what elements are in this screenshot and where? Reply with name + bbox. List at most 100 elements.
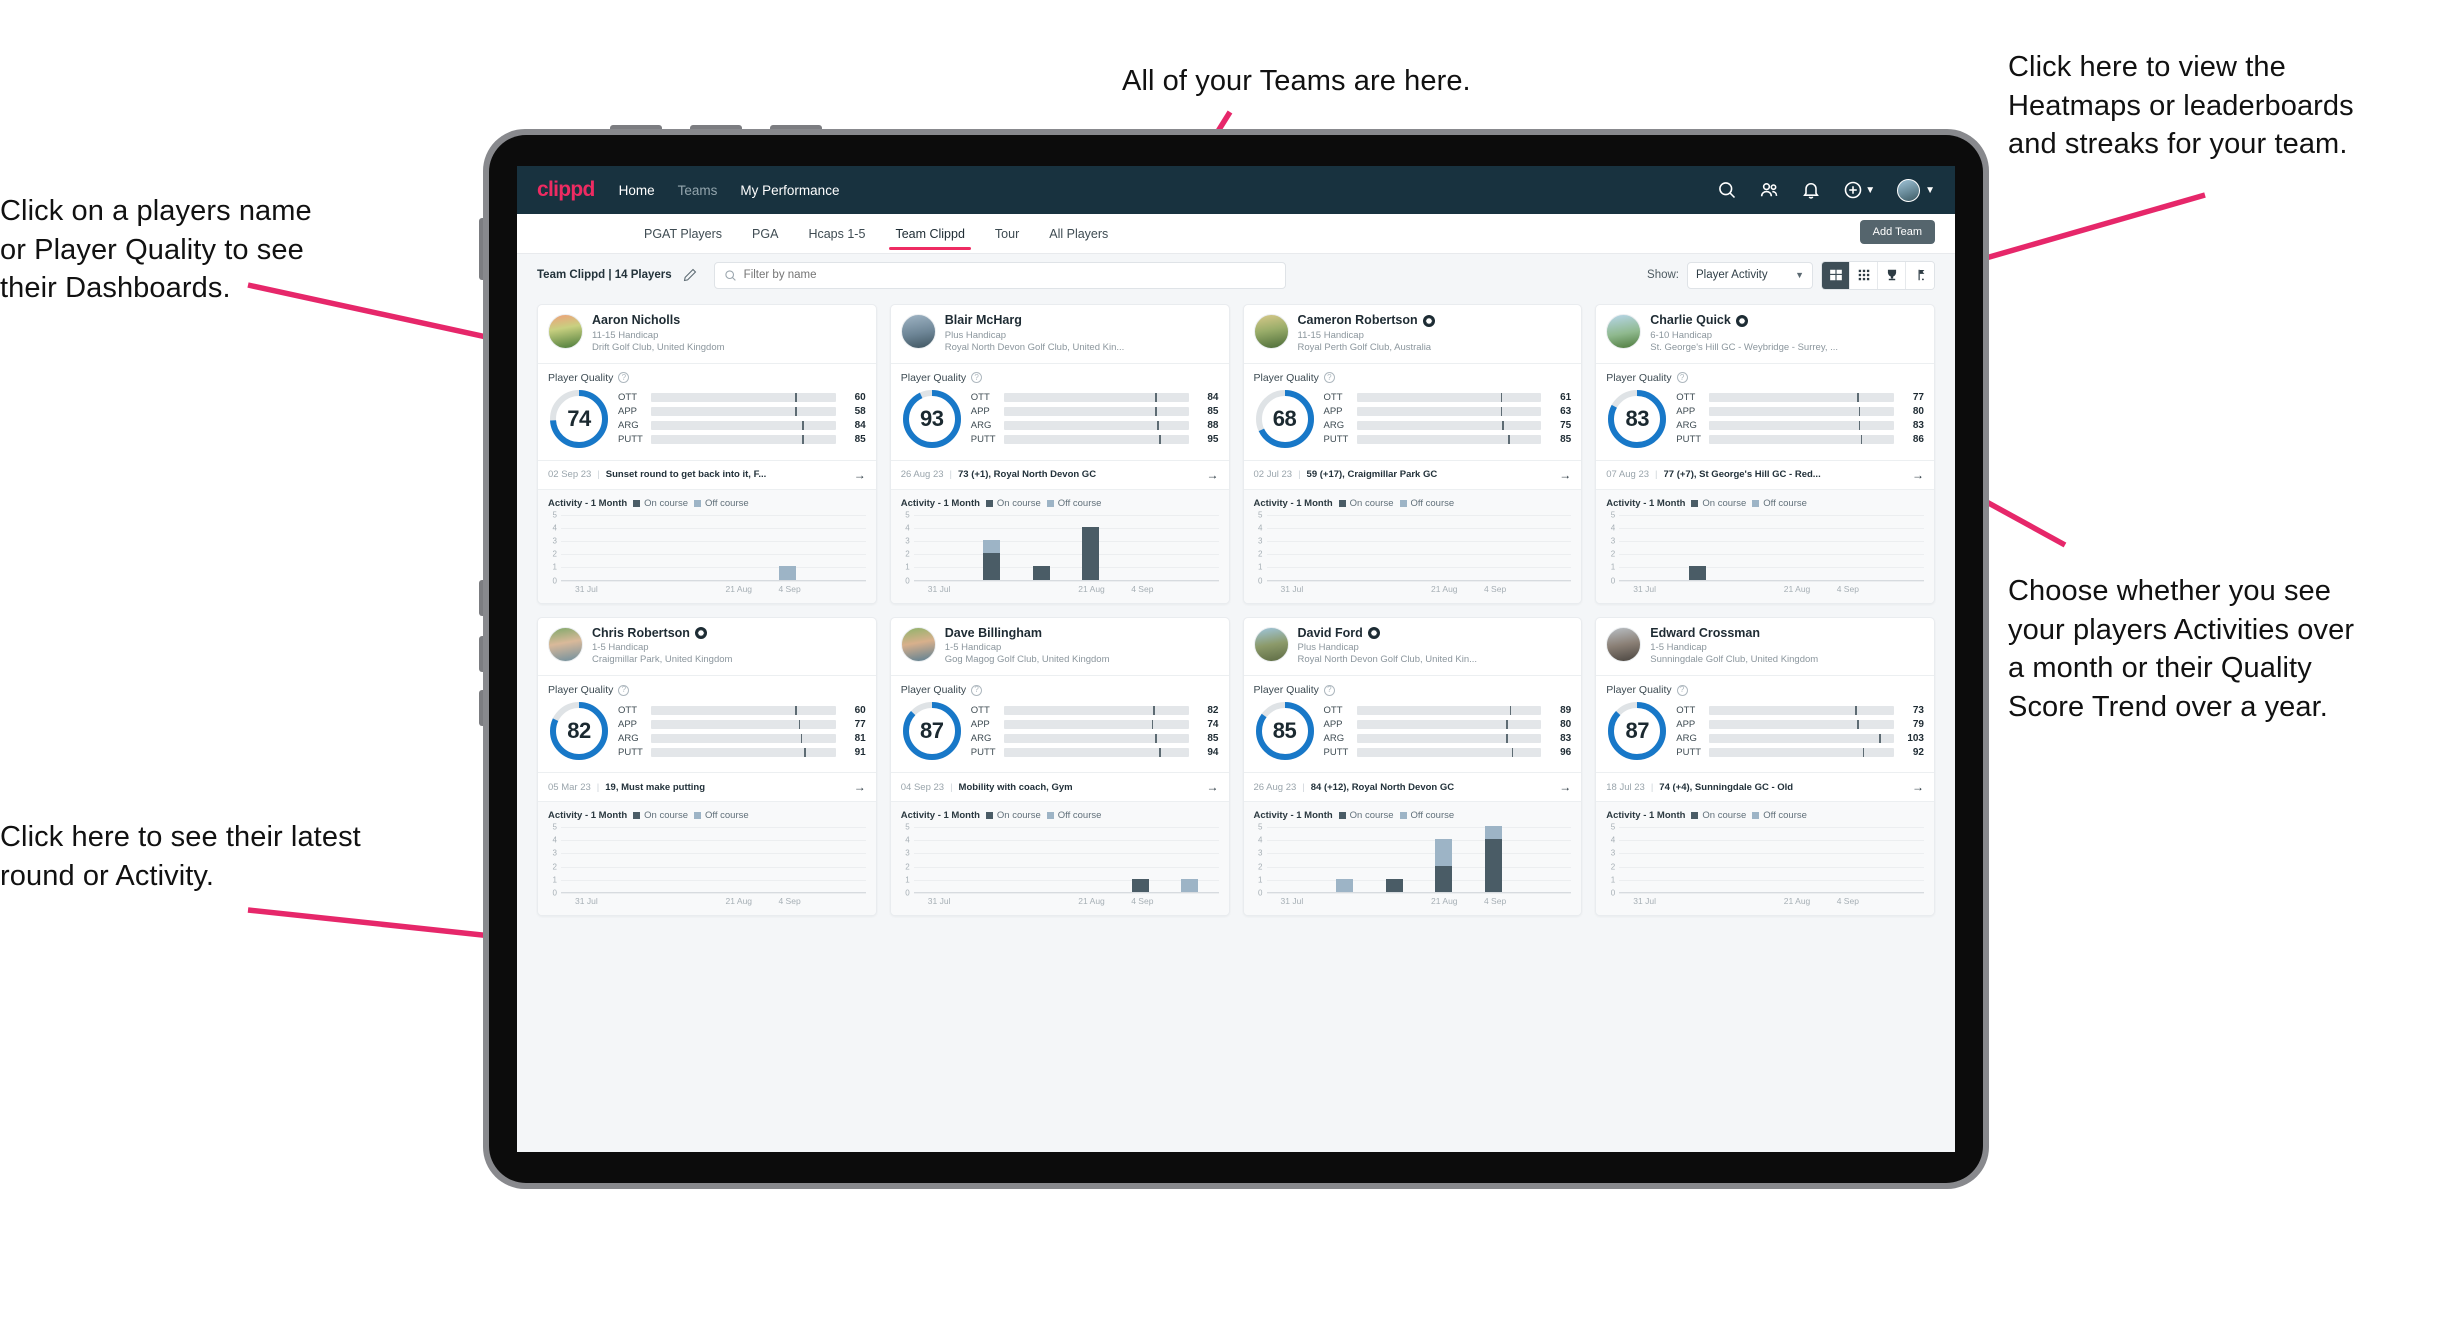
help-icon[interactable]: ? bbox=[971, 372, 983, 383]
clippd-logo[interactable]: clippd bbox=[537, 178, 595, 202]
avatar[interactable] bbox=[1253, 626, 1289, 662]
player-name[interactable]: Dave Billingham bbox=[945, 626, 1042, 641]
pencil-icon[interactable] bbox=[682, 267, 698, 283]
arrow-right-icon[interactable]: → bbox=[1555, 468, 1571, 482]
player-card[interactable]: Cameron Robertson 11-15 Handicap Royal P… bbox=[1242, 304, 1583, 604]
avatar[interactable] bbox=[1606, 314, 1642, 349]
help-icon[interactable]: ? bbox=[971, 684, 983, 696]
arrow-right-icon[interactable]: → bbox=[1908, 468, 1924, 482]
add-menu[interactable]: ▼ bbox=[1843, 180, 1875, 200]
player-name[interactable]: David Ford bbox=[1298, 626, 1363, 641]
tab-pga[interactable]: PGA bbox=[750, 217, 780, 250]
bell-icon[interactable] bbox=[1801, 180, 1821, 200]
avatar[interactable] bbox=[900, 626, 936, 662]
help-icon[interactable]: ? bbox=[1323, 372, 1335, 383]
profile-menu[interactable]: ▼ bbox=[1897, 178, 1935, 202]
arrow-right-icon[interactable]: → bbox=[1555, 780, 1571, 794]
player-name[interactable]: Cameron Robertson bbox=[1298, 313, 1418, 328]
player-name[interactable]: Charlie Quick bbox=[1650, 313, 1731, 328]
activity-section: Activity - 1 Month On course Off course … bbox=[538, 802, 876, 915]
player-card[interactable]: Edward Crossman 1-5 Handicap Sunningdale… bbox=[1595, 616, 1935, 916]
player-quality-label[interactable]: Player Quality bbox=[1254, 684, 1319, 696]
player-card[interactable]: Charlie Quick 6-10 Handicap St. George's… bbox=[1595, 304, 1935, 604]
latest-round-row[interactable]: 26 Aug 23 | 73 (+1), Royal North Devon G… bbox=[890, 459, 1229, 490]
search-input[interactable] bbox=[743, 269, 1276, 281]
latest-round-row[interactable]: 07 Aug 23 | 77 (+7), St George's Hill GC… bbox=[1596, 459, 1934, 490]
player-name[interactable]: Chris Robertson bbox=[592, 626, 690, 641]
show-select[interactable]: Player Activity ▼ bbox=[1687, 261, 1813, 289]
search-icon[interactable] bbox=[1717, 180, 1737, 200]
tab-all-players[interactable]: All Players bbox=[1047, 217, 1110, 250]
plus-circle-icon[interactable] bbox=[1843, 180, 1863, 200]
latest-round-row[interactable]: 18 Jul 23 | 74 (+4), Sunningdale GC - Ol… bbox=[1596, 772, 1934, 802]
latest-round-row[interactable]: 26 Aug 23 | 84 (+12), Royal North Devon … bbox=[1243, 772, 1582, 802]
arrow-right-icon[interactable]: → bbox=[1908, 780, 1924, 794]
avatar[interactable] bbox=[900, 314, 936, 349]
latest-round-row[interactable]: 04 Sep 23 | Mobility with coach, Gym → bbox=[890, 772, 1229, 802]
player-quality-label[interactable]: Player Quality bbox=[901, 372, 966, 384]
player-name[interactable]: Blair McHarg bbox=[945, 313, 1022, 328]
latest-round-row[interactable]: 02 Sep 23 | Sunset round to get back int… bbox=[538, 459, 876, 490]
tab-pgat-players[interactable]: PGAT Players bbox=[642, 217, 724, 250]
tab-tour[interactable]: Tour bbox=[993, 217, 1021, 250]
player-quality-label[interactable]: Player Quality bbox=[548, 372, 613, 384]
player-quality-label[interactable]: Player Quality bbox=[1606, 372, 1671, 384]
player-card[interactable]: Blair McHarg Plus Handicap Royal North D… bbox=[889, 304, 1230, 604]
player-name[interactable]: Aaron Nicholls bbox=[592, 313, 680, 328]
latest-round-row[interactable]: 05 Mar 23 | 19, Must make putting → bbox=[538, 772, 876, 802]
player-card[interactable]: David Ford Plus Handicap Royal North Dev… bbox=[1242, 616, 1583, 916]
quality-score-ring[interactable]: 93 bbox=[901, 388, 963, 450]
player-quality-label[interactable]: Player Quality bbox=[1606, 684, 1671, 696]
player-card-header[interactable]: Charlie Quick 6-10 Handicap St. George's… bbox=[1596, 305, 1934, 363]
people-icon[interactable] bbox=[1759, 180, 1779, 200]
avatar[interactable] bbox=[1897, 178, 1921, 202]
tab-team-clippd[interactable]: Team Clippd bbox=[889, 217, 972, 250]
player-card-header[interactable]: David Ford Plus Handicap Royal North Dev… bbox=[1244, 618, 1582, 676]
quality-score-ring[interactable]: 87 bbox=[1606, 700, 1668, 762]
add-team-button[interactable]: Add Team bbox=[1859, 220, 1935, 244]
arrow-right-icon[interactable]: → bbox=[850, 468, 866, 482]
player-quality-label[interactable]: Player Quality bbox=[1254, 372, 1319, 384]
player-name[interactable]: Edward Crossman bbox=[1650, 626, 1760, 641]
view-dense-grid-button[interactable] bbox=[1850, 261, 1878, 289]
player-card[interactable]: Aaron Nicholls 11-15 Handicap Drift Golf… bbox=[537, 304, 877, 604]
player-card-header[interactable]: Aaron Nicholls 11-15 Handicap Drift Golf… bbox=[538, 305, 876, 363]
chart-x-label: 4 Sep bbox=[778, 896, 801, 906]
player-card-header[interactable]: Chris Robertson 1-5 Handicap Craigmillar… bbox=[538, 618, 876, 676]
avatar[interactable] bbox=[1606, 626, 1642, 662]
tab-hcaps-1-5[interactable]: Hcaps 1-5 bbox=[806, 217, 867, 250]
player-quality-label[interactable]: Player Quality bbox=[548, 684, 613, 696]
nav-teams[interactable]: Teams bbox=[678, 183, 718, 198]
help-icon[interactable]: ? bbox=[618, 372, 630, 383]
help-icon[interactable]: ? bbox=[1676, 372, 1688, 383]
nav-home[interactable]: Home bbox=[619, 183, 655, 198]
quality-score-ring[interactable]: 82 bbox=[548, 700, 610, 762]
view-heatmap-button[interactable] bbox=[1906, 261, 1934, 289]
search-input-wrapper[interactable] bbox=[713, 261, 1286, 289]
avatar[interactable] bbox=[548, 626, 583, 662]
arrow-right-icon[interactable]: → bbox=[1203, 468, 1219, 482]
quality-score-ring[interactable]: 68 bbox=[1254, 388, 1316, 450]
help-icon[interactable]: ? bbox=[1323, 684, 1335, 696]
view-leaderboard-button[interactable] bbox=[1878, 261, 1906, 289]
player-card-header[interactable]: Edward Crossman 1-5 Handicap Sunningdale… bbox=[1596, 618, 1934, 676]
player-card[interactable]: Chris Robertson 1-5 Handicap Craigmillar… bbox=[537, 616, 877, 916]
player-card-header[interactable]: Dave Billingham 1-5 Handicap Gog Magog G… bbox=[891, 618, 1229, 676]
player-quality-label[interactable]: Player Quality bbox=[901, 684, 966, 696]
avatar[interactable] bbox=[548, 314, 583, 349]
avatar[interactable] bbox=[1253, 314, 1289, 349]
player-card[interactable]: Dave Billingham 1-5 Handicap Gog Magog G… bbox=[889, 616, 1230, 916]
quality-score-ring[interactable]: 74 bbox=[548, 388, 610, 450]
latest-round-row[interactable]: 02 Jul 23 | 59 (+17), Craigmillar Park G… bbox=[1243, 459, 1582, 490]
nav-my-performance[interactable]: My Performance bbox=[740, 183, 839, 198]
quality-score-ring[interactable]: 87 bbox=[901, 700, 963, 762]
quality-score-ring[interactable]: 83 bbox=[1606, 388, 1668, 450]
help-icon[interactable]: ? bbox=[1676, 684, 1688, 696]
help-icon[interactable]: ? bbox=[618, 684, 630, 696]
quality-score-ring[interactable]: 85 bbox=[1254, 700, 1316, 762]
player-card-header[interactable]: Cameron Robertson 11-15 Handicap Royal P… bbox=[1244, 305, 1582, 363]
view-card-button[interactable] bbox=[1822, 261, 1850, 289]
arrow-right-icon[interactable]: → bbox=[850, 780, 866, 794]
arrow-right-icon[interactable]: → bbox=[1203, 780, 1219, 794]
player-card-header[interactable]: Blair McHarg Plus Handicap Royal North D… bbox=[891, 305, 1229, 363]
